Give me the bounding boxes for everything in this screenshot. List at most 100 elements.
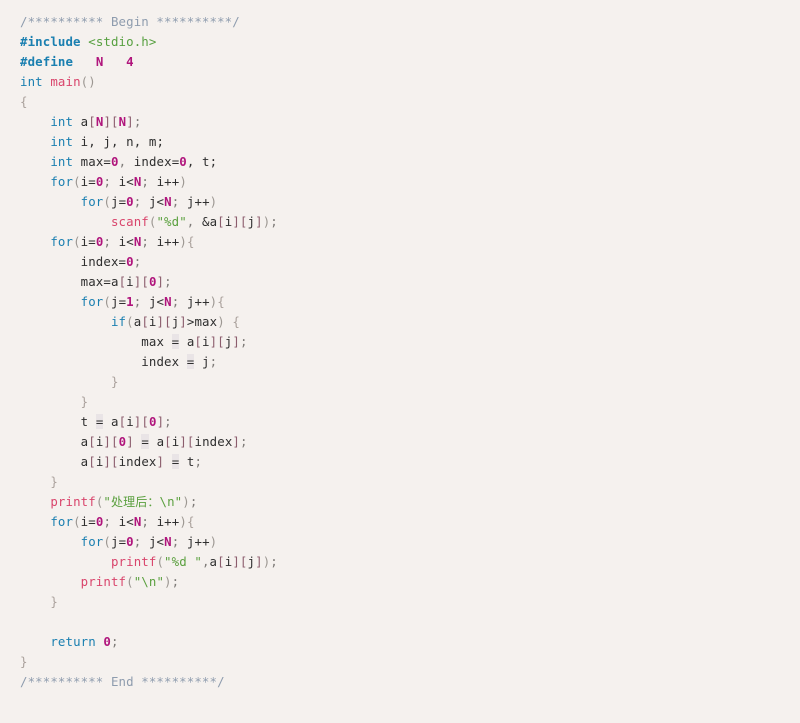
code-line: for(j=0; j<N; j++) <box>20 192 800 212</box>
identifier-token: i <box>148 314 157 329</box>
declaration-tail-token: , t; <box>186 154 218 169</box>
identifier-token: index <box>133 154 172 169</box>
paren-token: ) <box>179 174 187 189</box>
semicolon-token: ; <box>133 114 142 129</box>
operator-token: ++ <box>194 294 210 309</box>
paren-token: ( <box>156 554 165 569</box>
paren-token: ) <box>179 514 187 529</box>
semicolon-token: ; <box>141 514 157 529</box>
code-line: for(j=1; j<N; j++){ <box>20 292 800 312</box>
code-line: int a[N][N]; <box>20 112 800 132</box>
paren-token: ) <box>209 534 218 549</box>
bracket-token: ][ <box>103 434 119 449</box>
brace-token: } <box>50 594 58 609</box>
identifier-token: a <box>209 554 218 569</box>
code-line: for(i=0; i<N; i++){ <box>20 232 800 252</box>
code-line: } <box>20 592 800 612</box>
semicolon-token: ; <box>133 254 142 269</box>
paren-token: ) <box>217 314 225 329</box>
identifier-token: j <box>110 294 119 309</box>
number-token: 0 <box>126 534 134 549</box>
code-line: #define N 4 <box>20 52 800 72</box>
preprocessor-include-token: #include <box>20 34 81 49</box>
code-line: #include <stdio.h> <box>20 32 800 52</box>
bracket-token: [ <box>217 554 225 569</box>
identifier-token: j <box>201 354 210 369</box>
bracket-token: [ <box>141 314 149 329</box>
paren-token: ) <box>179 234 187 249</box>
code-line: max=a[i][0]; <box>20 272 800 292</box>
keyword-token: for <box>50 234 74 249</box>
bracket-token: ][ <box>156 314 172 329</box>
brace-token: { <box>20 94 28 109</box>
semicolon-token: ; <box>194 454 203 469</box>
bracket-token: ] <box>179 314 187 329</box>
macro-ref-token: N <box>164 194 172 209</box>
semicolon-token: ; <box>141 234 157 249</box>
paren-token: ( <box>103 194 111 209</box>
identifier-token: max <box>80 154 104 169</box>
code-line: if(a[i][j]>max) { <box>20 312 800 332</box>
string-literal-token: "%d " <box>164 554 202 569</box>
identifier-token: max <box>194 314 218 329</box>
identifier-token: index <box>141 354 180 369</box>
code-line: } <box>20 472 800 492</box>
bracket-token: ][ <box>103 454 119 469</box>
semicolon-token: ; <box>270 214 278 229</box>
code-line: for(j=0; j<N; j++) <box>20 532 800 552</box>
semicolon-token: ; <box>103 234 119 249</box>
code-editor-surface[interactable]: /********** Begin **********/ #include <… <box>0 0 800 692</box>
semicolon-token: ; <box>164 414 172 429</box>
code-line: printf("\n"); <box>20 572 800 592</box>
identifier-token: a <box>111 414 119 429</box>
code-line: index=0; <box>20 252 800 272</box>
code-line: { <box>20 92 800 112</box>
identifier-token: max <box>141 334 165 349</box>
keyword-token: for <box>50 174 74 189</box>
operator-token: < <box>156 534 165 549</box>
number-token: 0 <box>148 414 157 429</box>
semicolon-token: ; <box>240 434 248 449</box>
bracket-token: ] <box>232 434 241 449</box>
paren-token: ( <box>73 234 81 249</box>
brace-token: { <box>186 234 195 249</box>
assignment-operator-token: = <box>171 454 180 469</box>
operator-token: ++ <box>164 514 180 529</box>
bracket-token: [ <box>88 114 96 129</box>
keyword-token: int <box>50 114 74 129</box>
code-line: } <box>20 392 800 412</box>
bracket-token: ][ <box>133 414 149 429</box>
bracket-token: [ <box>217 214 225 229</box>
identifier-token: j <box>247 554 256 569</box>
macro-ref-token: N <box>164 534 172 549</box>
comma-token: , <box>186 214 202 229</box>
semicolon-token: ; <box>209 354 218 369</box>
paren-token: ( <box>126 574 134 589</box>
operator-token: < <box>126 174 134 189</box>
operator-token: < <box>156 294 165 309</box>
code-line: max = a[i][j]; <box>20 332 800 352</box>
brace-token: { <box>217 294 225 309</box>
operator-token: ++ <box>194 194 210 209</box>
bracket-token: [ <box>164 434 172 449</box>
code-line: /********** End **********/ <box>20 672 800 692</box>
operator-token: = <box>103 274 111 289</box>
identifier-token: i <box>126 274 134 289</box>
keyword-token: int <box>20 74 43 89</box>
keyword-token: int <box>50 134 74 149</box>
identifier-token: j <box>148 194 157 209</box>
operator-token: < <box>126 514 134 529</box>
assignment-operator-token: = <box>186 354 195 369</box>
identifier-token: i <box>202 334 210 349</box>
number-token: 0 <box>126 254 134 269</box>
identifier-token: i <box>126 414 134 429</box>
code-line: index = j; <box>20 352 800 372</box>
bracket-token: ] <box>156 454 165 469</box>
string-literal-token: "\n" <box>133 574 165 589</box>
comment-token: /********** End **********/ <box>20 674 225 689</box>
identifier-token: max <box>80 274 104 289</box>
identifier-token: j <box>247 214 256 229</box>
paren-token: ( <box>73 514 81 529</box>
comment-token: /********** Begin **********/ <box>20 14 240 29</box>
